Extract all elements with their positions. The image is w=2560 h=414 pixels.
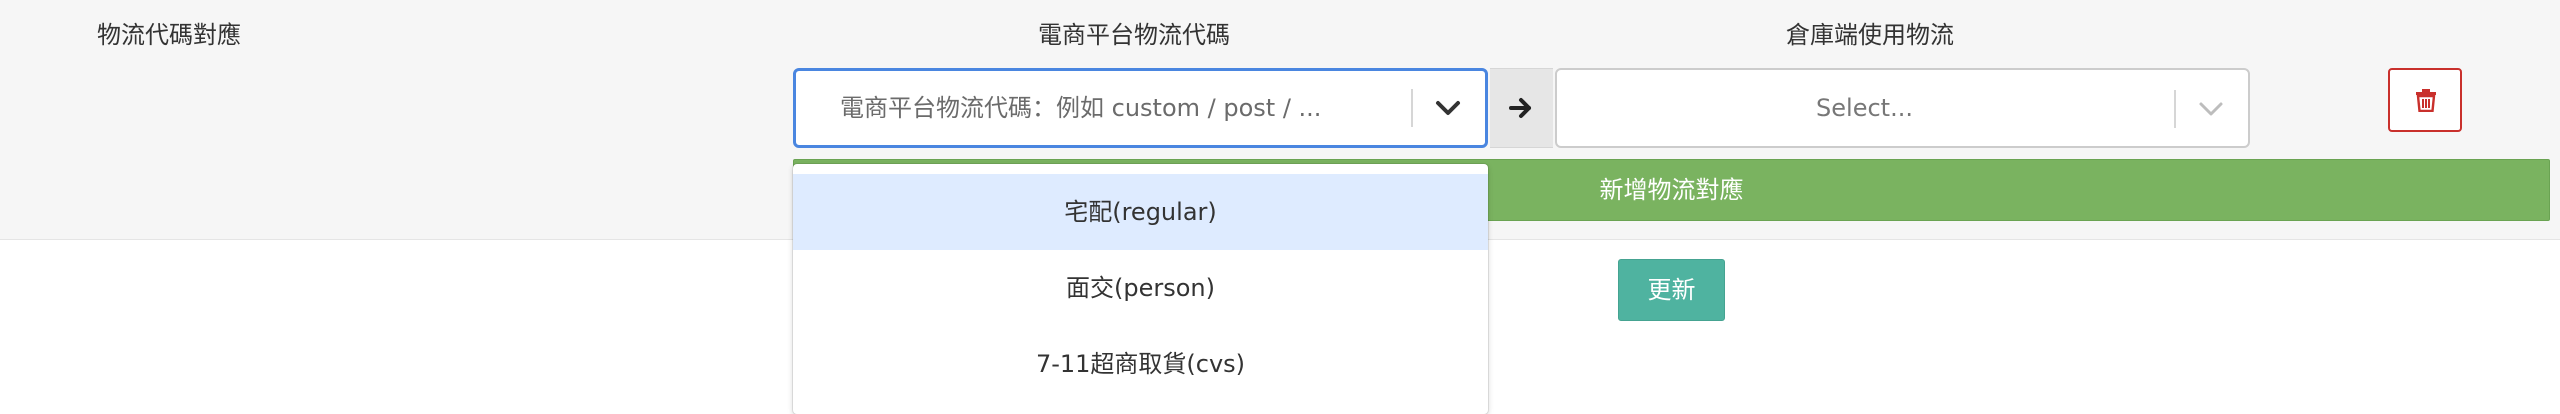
warehouse-logistics-select[interactable]: Select... (1555, 68, 2250, 148)
platform-column-title: 電商平台物流代碼 (1038, 21, 1230, 49)
dropdown-option-cvs[interactable]: 7-11超商取貨(cvs) (793, 326, 1488, 402)
mapping-column-title: 物流代碼對應 (97, 21, 241, 49)
platform-code-dropdown-menu: 宅配(regular) 面交(person) 7-11超商取貨(cvs) (793, 164, 1488, 414)
chevron-down-icon[interactable] (1426, 91, 1470, 125)
add-mapping-label: 新增物流對應 (1599, 176, 1744, 204)
arrow-right-icon (1509, 98, 1531, 118)
platform-code-placeholder: 電商平台物流代碼：例如 custom / post / ... (840, 94, 1322, 122)
dropdown-option-person[interactable]: 面交(person) (793, 250, 1488, 326)
warehouse-column-title: 倉庫端使用物流 (1786, 21, 1954, 49)
trash-icon (2416, 89, 2436, 112)
platform-code-select[interactable]: 電商平台物流代碼：例如 custom / post / ... (793, 68, 1488, 148)
update-button[interactable]: 更新 (1618, 259, 1725, 321)
delete-mapping-button[interactable] (2388, 68, 2462, 132)
warehouse-logistics-value: Select... (1816, 94, 1913, 122)
dropdown-option-regular[interactable]: 宅配(regular) (793, 174, 1488, 250)
select-separator (2174, 90, 2176, 128)
mapping-arrow (1490, 68, 1553, 148)
chevron-down-icon[interactable] (2189, 92, 2233, 126)
select-separator (1411, 89, 1413, 127)
